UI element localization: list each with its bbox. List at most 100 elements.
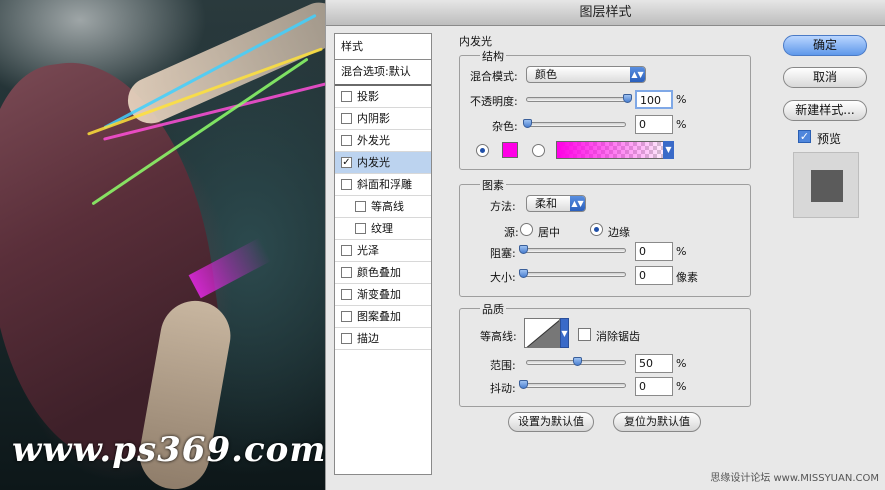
blend-mode-label: 混合模式:	[470, 70, 518, 83]
range-slider[interactable]	[526, 357, 626, 366]
style-preview-thumbnail	[793, 152, 859, 218]
structure-label: 结构	[480, 48, 506, 64]
jitter-slider-thumb[interactable]	[519, 380, 528, 389]
site-credit: 思缘设计论坛 www.MISSYUAN.COM	[710, 473, 879, 484]
noise-slider[interactable]	[523, 119, 626, 128]
style-item-outer-glow[interactable]: 外发光	[335, 130, 431, 152]
contour-picker[interactable]	[524, 318, 560, 348]
opacity-label: 不透明度:	[470, 95, 518, 108]
style-item-drop-shadow[interactable]: 投影	[335, 86, 431, 108]
checkbox-icon[interactable]	[341, 245, 352, 256]
reset-default-button[interactable]: 复位为默认值	[613, 412, 701, 432]
elements-group: 图素 方法: 柔和 ▲▼ 源: 居中 边缘 阻塞: 0 % 大小: 0 像素	[459, 177, 751, 297]
checkbox-icon[interactable]	[341, 333, 352, 344]
noise-input[interactable]: 0	[635, 115, 673, 134]
checkbox-icon[interactable]	[341, 179, 352, 190]
style-item-texture[interactable]: 纹理	[335, 218, 431, 240]
style-item-color-overlay[interactable]: 颜色叠加	[335, 262, 431, 284]
panel-title: 内发光	[459, 35, 492, 48]
quality-label: 品质	[480, 301, 506, 317]
source-label: 源:	[504, 226, 519, 239]
checkbox-icon[interactable]	[341, 135, 352, 146]
watermark-text: www.ps369.com	[12, 430, 325, 470]
range-input[interactable]: 50	[635, 354, 673, 373]
size-input[interactable]: 0	[635, 266, 673, 285]
contour-dropdown-arrow-icon[interactable]: ▼	[560, 318, 569, 348]
opacity-percent: %	[676, 93, 687, 106]
choke-label: 阻塞:	[490, 247, 516, 260]
checkbox-icon[interactable]	[341, 267, 352, 278]
preview-label: 预览	[817, 132, 842, 146]
choke-percent: %	[676, 245, 687, 258]
quality-group: 品质 等高线: ▼ 消除锯齿 范围: 50 % 抖动: 0 %	[459, 301, 751, 407]
checkbox-icon[interactable]	[341, 113, 352, 124]
ok-button[interactable]: 确定	[783, 35, 867, 56]
glow-color-swatch[interactable]	[502, 142, 518, 158]
style-item-contour[interactable]: 等高线	[335, 196, 431, 218]
source-center-label: 居中	[538, 226, 560, 239]
style-item-inner-glow[interactable]: ✓ 内发光	[335, 152, 431, 174]
opacity-input[interactable]: 100	[635, 90, 673, 109]
layer-style-dialog: 图层样式 样式 混合选项:默认 投影 内阴影 外发光 ✓ 内发光 斜面和浮雕 等高…	[325, 0, 885, 490]
jitter-input[interactable]: 0	[635, 377, 673, 396]
checkmark-icon[interactable]: ✓	[341, 157, 352, 168]
dialog-title: 图层样式	[326, 0, 885, 26]
range-slider-thumb[interactable]	[573, 357, 582, 366]
glow-gradient-picker[interactable]: ▼	[556, 141, 674, 159]
style-item-pattern-overlay[interactable]: 图案叠加	[335, 306, 431, 328]
range-percent: %	[676, 357, 687, 370]
range-label: 范围:	[490, 359, 516, 372]
cancel-button[interactable]: 取消	[783, 67, 867, 88]
contour-label: 等高线:	[480, 330, 517, 343]
styles-list: 样式 混合选项:默认 投影 内阴影 外发光 ✓ 内发光 斜面和浮雕 等高线 纹理 …	[334, 33, 432, 475]
jitter-label: 抖动:	[490, 382, 516, 395]
source-center-radio[interactable]	[520, 223, 533, 236]
checkbox-icon[interactable]	[355, 201, 366, 212]
technique-label: 方法:	[490, 200, 516, 213]
gradient-radio[interactable]	[532, 144, 545, 157]
choke-input[interactable]: 0	[635, 242, 673, 261]
solid-color-radio[interactable]	[476, 144, 489, 157]
checkbox-icon[interactable]	[355, 223, 366, 234]
size-unit: 像素	[676, 271, 698, 284]
preview-square	[811, 170, 843, 202]
style-item-satin[interactable]: 光泽	[335, 240, 431, 262]
antialias-checkbox[interactable]	[578, 328, 591, 341]
jitter-slider[interactable]	[519, 380, 626, 389]
checkbox-icon[interactable]	[341, 289, 352, 300]
choke-slider-thumb[interactable]	[519, 245, 528, 254]
make-default-button[interactable]: 设置为默认值	[508, 412, 594, 432]
size-slider-thumb[interactable]	[519, 269, 528, 278]
noise-slider-thumb[interactable]	[523, 119, 532, 128]
contour-curve-icon	[526, 320, 559, 347]
elements-label: 图素	[480, 177, 506, 193]
structure-group: 结构 混合模式: 颜色 ▲▼ 不透明度: 100 % 杂色: 0 % ▼	[459, 48, 751, 170]
jitter-percent: %	[676, 380, 687, 393]
style-item-gradient-overlay[interactable]: 渐变叠加	[335, 284, 431, 306]
size-label: 大小:	[490, 271, 516, 284]
opacity-slider-thumb[interactable]	[623, 94, 632, 103]
checkbox-icon[interactable]	[341, 91, 352, 102]
noise-label: 杂色:	[492, 120, 518, 133]
source-edge-label: 边缘	[608, 226, 630, 239]
preview-checkbox[interactable]: ✓	[798, 130, 811, 143]
opacity-slider[interactable]	[526, 94, 632, 103]
antialias-label: 消除锯齿	[596, 330, 640, 343]
style-item-stroke[interactable]: 描边	[335, 328, 431, 350]
size-slider[interactable]	[519, 269, 626, 278]
checkbox-icon[interactable]	[341, 311, 352, 322]
style-item-inner-shadow[interactable]: 内阴影	[335, 108, 431, 130]
technique-select[interactable]: 柔和 ▲▼	[526, 195, 586, 212]
style-item-bevel-emboss[interactable]: 斜面和浮雕	[335, 174, 431, 196]
noise-percent: %	[676, 118, 687, 131]
updown-arrow-icon: ▲▼	[570, 196, 585, 211]
dropdown-arrow-icon: ▼	[663, 141, 674, 159]
styles-header[interactable]: 样式	[335, 34, 431, 60]
source-edge-radio[interactable]	[590, 223, 603, 236]
new-style-button[interactable]: 新建样式...	[783, 100, 867, 121]
updown-arrow-icon: ▲▼	[630, 67, 645, 82]
background-photo: www.ps369.com	[0, 0, 325, 490]
blend-mode-select[interactable]: 颜色 ▲▼	[526, 66, 646, 83]
choke-slider[interactable]	[519, 245, 626, 254]
blending-options[interactable]: 混合选项:默认	[335, 60, 431, 86]
